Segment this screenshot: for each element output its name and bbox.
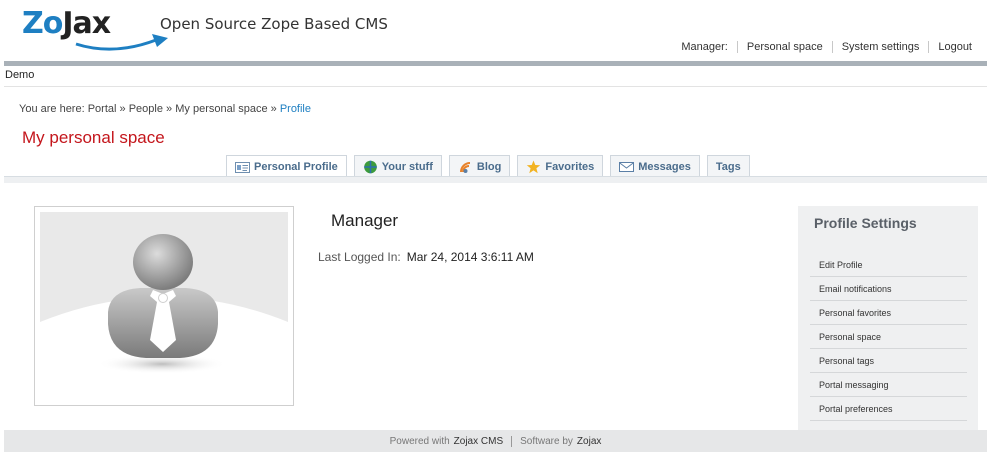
logo-zo: Zo <box>22 6 63 41</box>
footer: Powered with Zojax CMS Software by Zojax <box>4 430 987 452</box>
tab-label: Tags <box>715 160 741 173</box>
breadcrumb-prefix: You are here: <box>19 103 85 115</box>
profile-name: Manager <box>331 211 399 230</box>
subheader-divider <box>4 86 987 87</box>
settings-link-personal-favorites[interactable]: Personal favorites <box>810 301 967 325</box>
breadcrumb-item-portal[interactable]: Portal <box>88 103 117 115</box>
last-logged-in: Last Logged In: Mar 24, 2014 3:6:11 AM <box>318 250 534 264</box>
profile-photo <box>34 206 294 406</box>
breadcrumb-separator: » <box>270 103 277 115</box>
tab-favorites[interactable]: Favorites <box>517 155 604 177</box>
last-logged-label: Last Logged In: <box>318 250 401 264</box>
tab-tags[interactable]: Tags <box>706 155 750 177</box>
header: ZoJax Open Source Zope Based CMS Manager… <box>0 0 988 62</box>
footer-powered-link[interactable]: Zojax CMS <box>454 436 503 447</box>
footer-separator <box>511 435 513 447</box>
tab-your-stuff[interactable]: Your stuff <box>353 155 442 177</box>
settings-link-portal-messaging[interactable]: Portal messaging <box>810 373 967 397</box>
nav-user-label: Manager: <box>681 41 728 53</box>
footer-powered-label: Powered with <box>389 435 450 447</box>
logo[interactable]: ZoJax <box>22 6 168 51</box>
tabs-baseline <box>4 176 987 183</box>
profile-settings-list: Edit Profile Email notifications Persona… <box>810 253 967 421</box>
last-logged-value: Mar 24, 2014 3:6:11 AM <box>406 250 534 264</box>
nav-system-settings-link[interactable]: System settings <box>842 41 920 53</box>
tab-label: Personal Profile <box>254 161 338 173</box>
breadcrumb-item-personal-space[interactable]: My personal space <box>175 103 267 115</box>
nav-separator <box>831 41 833 53</box>
page-title: My personal space <box>22 128 165 147</box>
nav-personal-space-link[interactable]: Personal space <box>747 41 823 53</box>
default-user-avatar-icon <box>40 212 288 400</box>
tab-personal-profile[interactable]: Personal Profile <box>226 155 347 178</box>
top-nav: Manager: Personal space System settings … <box>681 41 972 53</box>
tab-blog[interactable]: Blog <box>448 155 511 177</box>
nav-logout-link[interactable]: Logout <box>938 41 972 53</box>
rss-icon <box>459 161 471 173</box>
breadcrumb-separator: » <box>119 103 126 115</box>
breadcrumb-separator: » <box>166 103 173 115</box>
tab-label: Your stuff <box>381 160 433 173</box>
settings-link-portal-preferences[interactable]: Portal preferences <box>810 397 967 421</box>
settings-link-personal-tags[interactable]: Personal tags <box>810 349 967 373</box>
demo-label: Demo <box>5 69 35 81</box>
breadcrumb-item-people[interactable]: People <box>129 103 163 115</box>
settings-link-email-notifications[interactable]: Email notifications <box>810 277 967 301</box>
settings-link-edit-profile[interactable]: Edit Profile <box>810 253 967 277</box>
nav-separator <box>928 41 930 53</box>
breadcrumb-current[interactable]: Profile <box>280 103 311 115</box>
envelope-icon <box>619 161 635 172</box>
profile-settings-title: Profile Settings <box>814 215 917 231</box>
header-divider <box>4 61 987 66</box>
footer-software-link[interactable]: Zojax <box>577 436 601 447</box>
tab-label: Favorites <box>545 160 595 173</box>
tab-label: Messages <box>638 160 691 173</box>
tab-label: Blog <box>476 160 502 173</box>
footer-software-label: Software by <box>520 435 573 447</box>
globe-icon <box>363 160 377 173</box>
site-title: Open Source Zope Based CMS <box>160 15 388 33</box>
logo-arrow-icon <box>75 34 168 51</box>
nav-separator <box>736 41 738 53</box>
profile-card-icon <box>235 162 250 173</box>
star-icon <box>527 160 541 173</box>
profile-settings-panel: Profile Settings Edit Profile Email noti… <box>798 206 978 430</box>
tab-messages[interactable]: Messages <box>610 155 700 177</box>
settings-link-personal-space[interactable]: Personal space <box>810 325 967 349</box>
profile-tabs: Personal Profile Your stuff Blog Favorit… <box>226 155 757 178</box>
breadcrumb: You are here: Portal » People » My perso… <box>19 103 311 115</box>
